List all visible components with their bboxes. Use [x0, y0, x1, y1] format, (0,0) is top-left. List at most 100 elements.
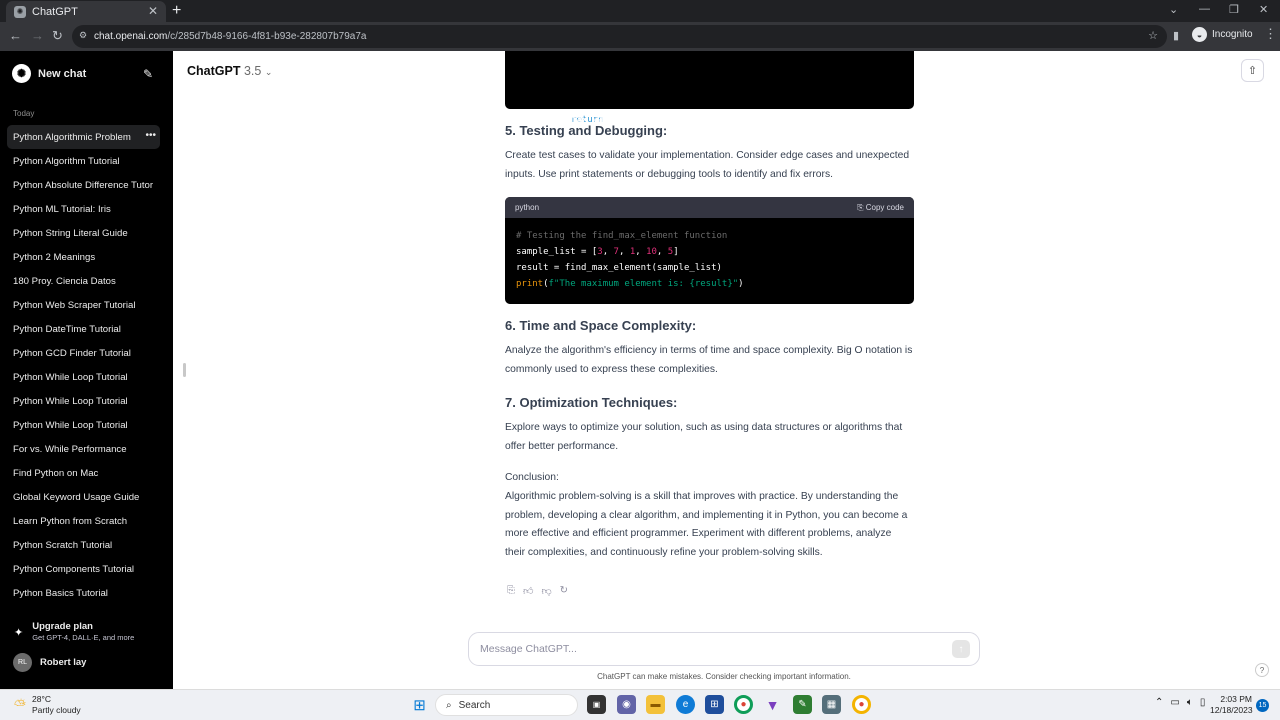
code-language: python	[515, 203, 540, 212]
chat-history-item[interactable]: Python DateTime Tutorial	[7, 317, 160, 341]
share-button[interactable]: ⇧	[1241, 59, 1264, 82]
browser-tab-strip: ✺ ChatGPT ✕ + ⌄ — ❐ ✕	[0, 0, 1280, 22]
incognito-indicator[interactable]: ◒ Incognito	[1192, 27, 1253, 42]
upgrade-plan-button[interactable]: ✦ Upgrade plan Get GPT-4, DALL·E, and mo…	[14, 621, 134, 642]
search-icon: ⌕	[446, 699, 452, 711]
thumbs-down-icon[interactable]: 👎︎	[541, 585, 551, 597]
new-chat-button[interactable]: ✺ New chat	[12, 64, 86, 83]
app-icon[interactable]: ▼	[763, 695, 782, 714]
site-info-icon[interactable]: ⚙	[79, 30, 88, 41]
tab-search-icon[interactable]: ⌄	[1169, 3, 1178, 16]
chat-item-label: Find Python on Mac	[13, 467, 99, 479]
help-button[interactable]: ?	[1255, 663, 1269, 677]
code-function: print	[516, 279, 544, 289]
windows-start-icon[interactable]: ⊞	[410, 695, 429, 714]
chrome-icon[interactable]: ●	[734, 695, 753, 714]
network-icon[interactable]: ▭	[1170, 697, 1179, 708]
chat-main: ChatGPT 3.5 ⌄ ⇧ return max_val 5. Testin…	[173, 51, 1280, 689]
copy-icon[interactable]: ⎘	[507, 585, 515, 597]
new-chat-label: New chat	[38, 67, 87, 80]
maximize-icon[interactable]: ❐	[1229, 3, 1239, 16]
chat-history-item[interactable]: Find Python on Mac	[7, 461, 160, 485]
sidebar: ✺ New chat ✎ Today Python Algorithmic Pr…	[0, 51, 173, 689]
notification-badge[interactable]: 15	[1256, 699, 1269, 712]
chat-history-item[interactable]: Python ML Tutorial: Iris	[7, 197, 160, 221]
copy-code-button[interactable]: ⎘ Copy code	[857, 203, 904, 213]
weather-condition: Partly cloudy	[32, 705, 81, 715]
chat-history-item[interactable]: Python 2 Meanings	[7, 245, 160, 269]
sidebar-toggle-handle[interactable]	[183, 363, 186, 377]
message-input[interactable]: Message ChatGPT... ↑	[468, 632, 980, 666]
new-tab-icon[interactable]: +	[172, 2, 181, 20]
browser-tab[interactable]: ✺ ChatGPT ✕	[6, 1, 166, 22]
chat-history-item[interactable]: Global Keyword Usage Guide	[7, 485, 160, 509]
chat-item-label: Python Web Scraper Tutorial	[13, 299, 136, 311]
clock[interactable]: 2:03 PM 12/18/2023	[1210, 694, 1253, 716]
incognito-icon: ◒	[1192, 27, 1207, 42]
speaker-icon[interactable]: 🔈︎	[1187, 697, 1193, 708]
side-panel-icon[interactable]: ▮	[1173, 29, 1179, 42]
user-menu[interactable]: RL Robert lay	[13, 653, 86, 672]
message-placeholder: Message ChatGPT...	[480, 643, 577, 655]
chat-item-label: Learn Python from Scratch	[13, 515, 128, 527]
chat-history-item[interactable]: Python While Loop Tutorial	[7, 365, 160, 389]
chrome-active-icon[interactable]: ●	[852, 695, 871, 714]
chat-item-label: Python String Literal Guide	[13, 227, 128, 239]
chat-item-label: Python Components Tutorial	[13, 563, 135, 575]
chat-history-item[interactable]: Python Algorithmic Problem •••	[7, 125, 160, 149]
share-icon: ⇧	[1247, 65, 1258, 77]
chat-history-item[interactable]: For vs. While Performance	[7, 437, 160, 461]
file-explorer-icon[interactable]: ▬	[646, 695, 665, 714]
chat-history-item[interactable]: Python String Literal Guide	[7, 221, 160, 245]
chat-history-item[interactable]: Python Absolute Difference Tutor	[7, 173, 160, 197]
model-selector[interactable]: ChatGPT 3.5 ⌄	[187, 64, 272, 78]
back-icon[interactable]: ←	[9, 28, 22, 43]
user-name: Robert lay	[40, 657, 87, 668]
reload-icon[interactable]: ↻	[52, 28, 63, 44]
chevron-down-icon: ⌄	[264, 67, 273, 77]
edge-browser-icon[interactable]: e	[676, 695, 695, 714]
thumbs-up-icon[interactable]: 👍︎	[523, 585, 533, 597]
more-options-icon[interactable]: •••	[141, 130, 156, 141]
chat-history-item[interactable]: Python Web Scraper Tutorial	[7, 293, 160, 317]
chat-history-item[interactable]: Python While Loop Tutorial	[7, 389, 160, 413]
chevron-up-icon[interactable]: ⌃	[1155, 697, 1163, 708]
previous-code-block: return max_val	[505, 51, 914, 125]
chat-history-item[interactable]: Python While Loop Tutorial	[7, 413, 160, 437]
chat-item-label: For vs. While Performance	[13, 443, 127, 455]
chat-app-icon[interactable]: ◉	[617, 695, 636, 714]
forward-icon[interactable]: →	[31, 28, 44, 43]
chat-history-item[interactable]: Learn Python from Scratch	[7, 509, 160, 533]
taskbar-search[interactable]: ⌕ Search	[435, 694, 578, 716]
chat-history-item[interactable]: Python Components Tutorial	[7, 557, 160, 581]
chat-history-item[interactable]: Python GCD Finder Tutorial	[7, 341, 160, 365]
close-window-icon[interactable]: ✕	[1259, 3, 1268, 16]
section-heading: 7. Optimization Techniques:	[505, 395, 678, 410]
code-block-header: python ⎘ Copy code	[505, 197, 914, 218]
chat-history-item[interactable]: Python Scratch Tutorial	[7, 533, 160, 557]
close-tab-icon[interactable]: ✕	[148, 4, 158, 18]
compose-icon[interactable]: ✎	[143, 67, 153, 81]
battery-icon[interactable]: ▯	[1200, 697, 1206, 708]
chat-item-label: Python DateTime Tutorial	[13, 323, 121, 335]
chat-item-label: Global Keyword Usage Guide	[13, 491, 140, 503]
chat-history-item[interactable]: Python Basics Tutorial	[7, 581, 160, 605]
section-body: Create test cases to validate your imple…	[505, 150, 910, 180]
chat-history-item[interactable]: Python Algorithm Tutorial	[7, 149, 160, 173]
regenerate-icon[interactable]: ↻	[560, 585, 568, 597]
store-icon[interactable]: ⊞	[705, 695, 724, 714]
chat-history-item[interactable]: 180 Proy. Ciencia Datos	[7, 269, 160, 293]
search-label: Search	[458, 699, 491, 711]
bookmark-star-icon[interactable]: ☆	[1148, 29, 1158, 42]
send-button[interactable]: ↑	[952, 640, 970, 658]
url-path: /c/285d7b48-9166-4f81-b93e-282807b79a7a	[167, 31, 367, 42]
browser-menu-icon[interactable]: ⋮	[1264, 26, 1277, 42]
editor-app-icon[interactable]: ✎	[793, 695, 812, 714]
clipboard-icon: ⎘	[857, 202, 866, 212]
address-bar[interactable]: ⚙ chat.openai.com/c/285d7b48-9166-4f81-b…	[72, 25, 1167, 48]
minimize-icon[interactable]: —	[1199, 3, 1210, 15]
chatgpt-favicon-icon: ✺	[14, 5, 26, 18]
weather-widget[interactable]: ⛅︎ 28°C Partly cloudy	[14, 694, 81, 716]
task-view-icon[interactable]: ▣	[587, 695, 606, 714]
image-app-icon[interactable]: ▦	[822, 695, 841, 714]
